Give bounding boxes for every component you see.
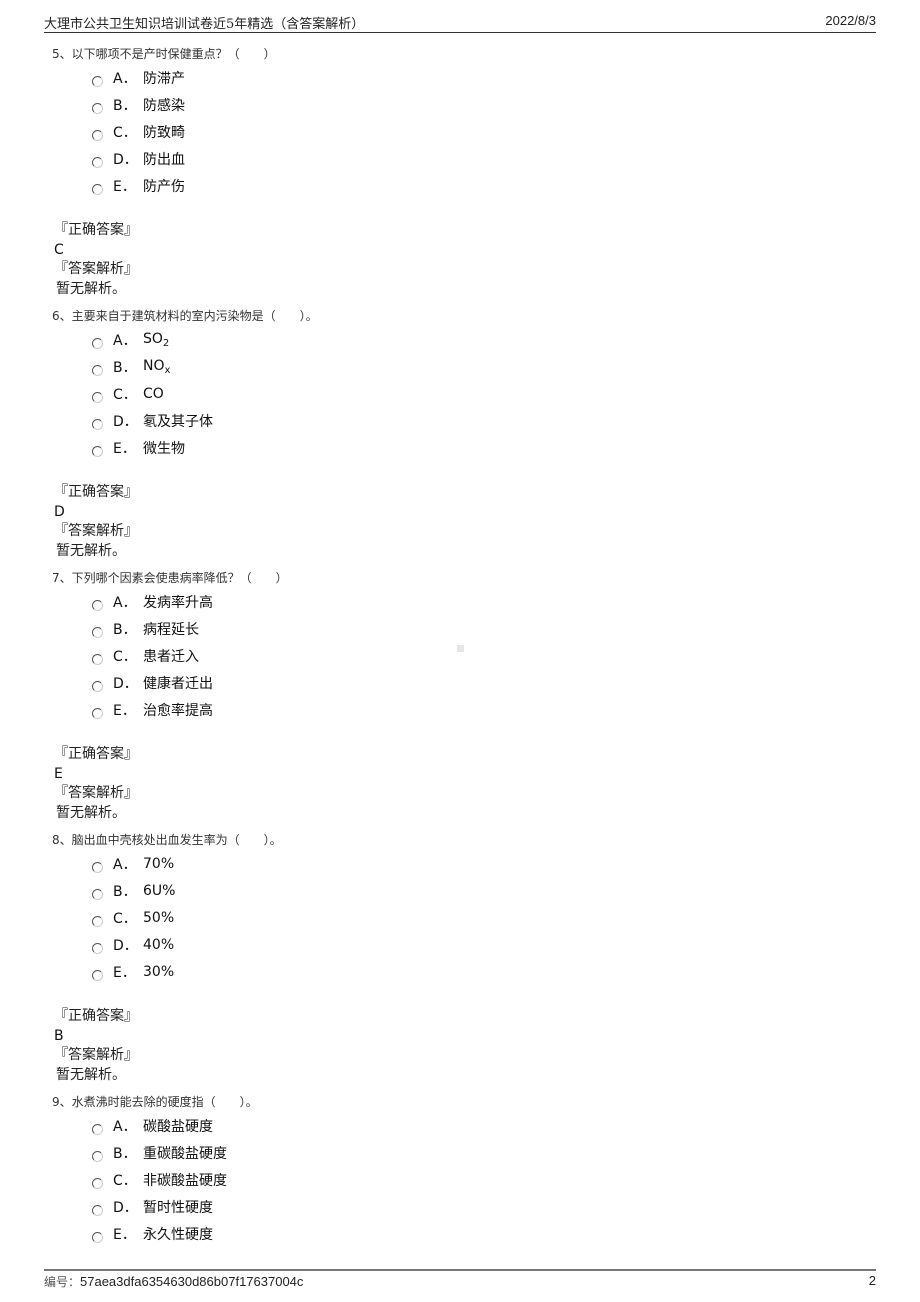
radio-icon[interactable] xyxy=(92,627,103,638)
option-a[interactable]: A． 发病率升高 xyxy=(92,588,288,615)
question-7: 7、下列哪个因素会使患病率降低？（ ） A． 发病率升高 B． 病程延长 C． 患者迁… xyxy=(52,568,288,823)
document-title: 大理市公共卫生知识培训试卷近5年精选（含答案解析） xyxy=(44,17,365,32)
answer-block: 『正确答案』 E 『答案解析』 暂无解析。 xyxy=(52,745,288,823)
radio-icon[interactable] xyxy=(92,654,103,665)
page-footer: 编号：57aea3dfa6354630d86b07f17637004c 2 xyxy=(44,1269,876,1291)
question-6: 6、主要来自于建筑材料的室内污染物是（ ）。 A． SO2 B． NOx C． CO … xyxy=(52,306,318,561)
radio-icon[interactable] xyxy=(92,916,103,927)
correct-answer-label: 『正确答案』 xyxy=(54,484,138,500)
option-a[interactable]: A． 防滞产 xyxy=(92,64,276,91)
option-e[interactable]: E． 微生物 xyxy=(92,434,318,461)
analysis-label: 『答案解析』 xyxy=(54,261,138,277)
option-c[interactable]: C． 50% xyxy=(92,904,282,931)
option-d[interactable]: D． 氡及其子体 xyxy=(92,407,318,434)
page-header: 大理市公共卫生知识培训试卷近5年精选（含答案解析） 2022/8/3 xyxy=(44,12,876,33)
analysis-label: 『答案解析』 xyxy=(54,785,138,801)
analysis-label: 『答案解析』 xyxy=(54,1047,138,1063)
document-date: 2022/8/3 xyxy=(825,13,876,28)
correct-answer: D xyxy=(54,504,65,520)
question-stem: 5、以下哪项不是产时保健重点？（ ） xyxy=(52,47,276,61)
option-b[interactable]: B． NOx xyxy=(92,353,318,380)
correct-answer-label: 『正确答案』 xyxy=(54,1008,138,1024)
correct-answer-label: 『正确答案』 xyxy=(54,222,138,238)
radio-icon[interactable] xyxy=(92,1124,103,1135)
analysis-label: 『答案解析』 xyxy=(54,523,138,539)
analysis-text: 暂无解析。 xyxy=(56,1067,126,1083)
options: A． 70% B． 6U% C． 50% D． 40% E． 30% xyxy=(92,850,282,985)
option-e[interactable]: E． 永久性硬度 xyxy=(92,1220,258,1247)
page-number: 2 xyxy=(868,1273,876,1288)
radio-icon[interactable] xyxy=(92,889,103,900)
option-e[interactable]: E． 治愈率提高 xyxy=(92,696,288,723)
option-b[interactable]: B． 重碳酸盐硬度 xyxy=(92,1139,258,1166)
answer-block: 『正确答案』 D 『答案解析』 暂无解析。 xyxy=(52,483,318,561)
radio-icon[interactable] xyxy=(92,1151,103,1162)
radio-icon[interactable] xyxy=(92,338,103,349)
option-d[interactable]: D． 暂时性硬度 xyxy=(92,1193,258,1220)
question-5: 5、以下哪项不是产时保健重点？（ ） A． 防滞产 B． 防感染 C． 防致畸 D．防… xyxy=(52,44,276,299)
correct-answer-label: 『正确答案』 xyxy=(54,746,138,762)
question-9: 9、水煮沸时能去除的硬度指（ ）。 A． 碳酸盐硬度 B． 重碳酸盐硬度 C． 非碳酸… xyxy=(52,1092,258,1247)
option-d[interactable]: D． 防出血 xyxy=(92,145,276,172)
options: A． 发病率升高 B． 病程延长 C． 患者迁入 D． 健康者迁出 E． 治愈率提高 xyxy=(92,588,288,723)
options: A． SO2 B． NOx C． CO D． 氡及其子体 E． 微生物 xyxy=(92,326,318,461)
radio-icon[interactable] xyxy=(92,1232,103,1243)
correct-answer: C xyxy=(54,242,64,258)
radio-icon[interactable] xyxy=(92,365,103,376)
option-e[interactable]: E． 30% xyxy=(92,958,282,985)
page-marker xyxy=(457,645,464,652)
radio-icon[interactable] xyxy=(92,681,103,692)
radio-icon[interactable] xyxy=(92,1205,103,1216)
option-e[interactable]: E． 防产伤 xyxy=(92,172,276,199)
radio-icon[interactable] xyxy=(92,600,103,611)
answer-block: 『正确答案』 B 『答案解析』 暂无解析。 xyxy=(52,1007,282,1085)
question-8: 8、脑出血中壳核处出血发生率为（ ）。 A． 70% B． 6U% C． 50% D．… xyxy=(52,830,282,1085)
option-c[interactable]: C． 非碳酸盐硬度 xyxy=(92,1166,258,1193)
correct-answer: B xyxy=(54,1028,64,1044)
radio-icon[interactable] xyxy=(92,708,103,719)
radio-icon[interactable] xyxy=(92,184,103,195)
option-a[interactable]: A． 70% xyxy=(92,850,282,877)
radio-icon[interactable] xyxy=(92,392,103,403)
question-stem: 8、脑出血中壳核处出血发生率为（ ）。 xyxy=(52,833,282,847)
document-code: 编号：57aea3dfa6354630d86b07f17637004c xyxy=(44,1274,304,1289)
radio-icon[interactable] xyxy=(92,862,103,873)
radio-icon[interactable] xyxy=(92,446,103,457)
analysis-text: 暂无解析。 xyxy=(56,281,126,297)
options: A． 碳酸盐硬度 B． 重碳酸盐硬度 C． 非碳酸盐硬度 D． 暂时性硬度 E． 永久性硬… xyxy=(92,1112,258,1247)
radio-icon[interactable] xyxy=(92,419,103,430)
option-b[interactable]: B． 病程延长 xyxy=(92,615,288,642)
answer-block: 『正确答案』 C 『答案解析』 暂无解析。 xyxy=(52,221,276,299)
question-stem: 9、水煮沸时能去除的硬度指（ ）。 xyxy=(52,1095,258,1109)
radio-icon[interactable] xyxy=(92,130,103,141)
option-c[interactable]: C． 患者迁入 xyxy=(92,642,288,669)
radio-icon[interactable] xyxy=(92,943,103,954)
analysis-text: 暂无解析。 xyxy=(56,543,126,559)
correct-answer: E xyxy=(54,766,63,782)
radio-icon[interactable] xyxy=(92,1178,103,1189)
question-stem: 7、下列哪个因素会使患病率降低？（ ） xyxy=(52,571,288,585)
radio-icon[interactable] xyxy=(92,157,103,168)
option-d[interactable]: D． 40% xyxy=(92,931,282,958)
question-stem: 6、主要来自于建筑材料的室内污染物是（ ）。 xyxy=(52,309,318,323)
radio-icon[interactable] xyxy=(92,970,103,981)
option-a[interactable]: A． SO2 xyxy=(92,326,318,353)
option-d[interactable]: D． 健康者迁出 xyxy=(92,669,288,696)
option-b[interactable]: B． 6U% xyxy=(92,877,282,904)
radio-icon[interactable] xyxy=(92,76,103,87)
option-c[interactable]: C． 防致畸 xyxy=(92,118,276,145)
analysis-text: 暂无解析。 xyxy=(56,805,126,821)
option-b[interactable]: B． 防感染 xyxy=(92,91,276,118)
option-a[interactable]: A． 碳酸盐硬度 xyxy=(92,1112,258,1139)
option-c[interactable]: C． CO xyxy=(92,380,318,407)
radio-icon[interactable] xyxy=(92,103,103,114)
options: A． 防滞产 B． 防感染 C． 防致畸 D． 防出血 E． 防产伤 xyxy=(92,64,276,199)
